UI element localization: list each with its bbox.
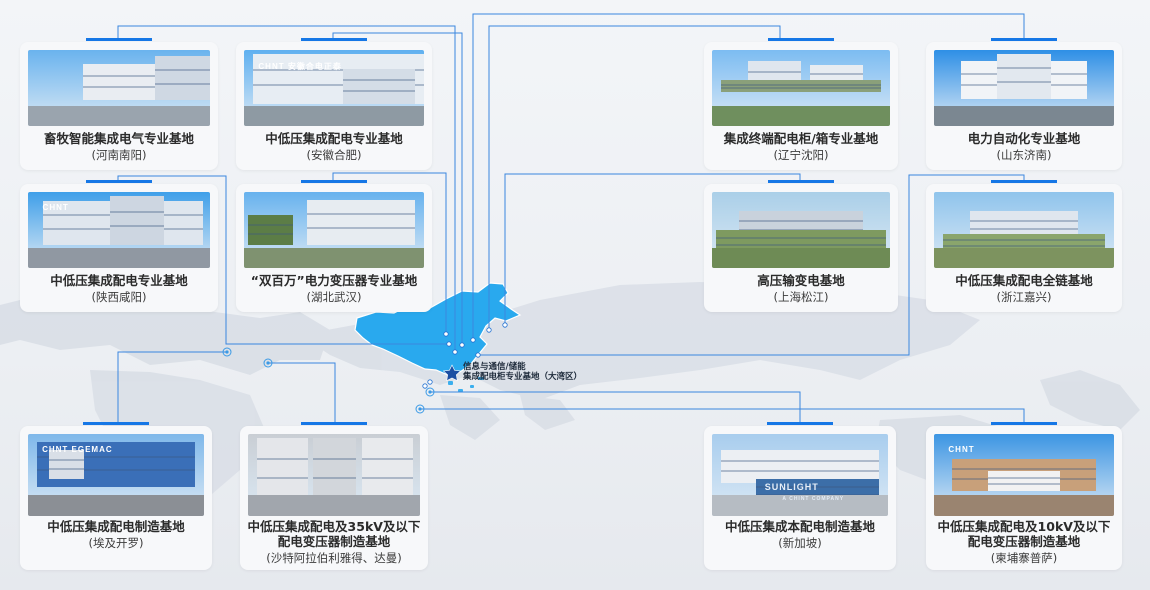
base-card: 畜牧智能集成电气专业基地 (河南南阳) (20, 38, 218, 170)
base-photo: CHNT EGEMAC (28, 434, 204, 516)
base-photo (712, 50, 890, 126)
card-accent-bar (301, 38, 367, 41)
overseas-location-dot (225, 350, 229, 354)
card-accent-bar (767, 422, 833, 425)
base-location: (上海松江) (773, 290, 829, 304)
base-location-dot (422, 383, 428, 389)
card-accent-bar (86, 180, 152, 183)
base-location: (安徽合肥) (306, 148, 362, 162)
base-card: 中低压集成配电及35kV及以下 配电变压器制造基地 (沙特阿拉伯利雅得、达曼) (240, 422, 428, 570)
card-accent-bar (86, 38, 152, 41)
base-card: CHNT 安徽合电正泰中低压集成配电专业基地 (安徽合肥) (236, 38, 432, 170)
card-accent-bar (768, 38, 834, 41)
base-photo: CHNT (28, 192, 210, 268)
global-bases-map: 信息与通信/储能 集成配电柜专业基地（大湾区） 畜牧智能集成电气专业基地 (河南南… (0, 0, 1150, 590)
card-accent-bar (301, 180, 367, 183)
base-photo (712, 192, 890, 268)
base-location-dot (427, 379, 433, 385)
overseas-location-dot (266, 361, 270, 365)
base-photo: CHNT 安徽合电正泰 (244, 50, 424, 126)
base-title: 畜牧智能集成电气专业基地 (43, 131, 194, 146)
base-card: 中低压集成配电全链基地 (浙江嘉兴) (926, 180, 1122, 312)
base-location-dot (470, 337, 476, 343)
base-title: “双百万”电力变压器专业基地 (250, 273, 418, 288)
photo-sign-subtext: A CHINT COMPANY (782, 496, 845, 503)
connector-line (420, 408, 1025, 424)
overseas-location-dot (428, 390, 432, 394)
base-card: “双百万”电力变压器专业基地 (湖北武汉) (236, 180, 432, 312)
photo-sign-text: SUNLIGHT (764, 481, 819, 492)
base-location-dot (459, 342, 465, 348)
base-location: (埃及开罗) (88, 536, 144, 550)
base-photo (248, 434, 420, 516)
base-card: 集成终端配电柜/箱专业基地 (辽宁沈阳) (704, 38, 898, 170)
base-card: CHNT EGEMAC 中低压集成配电制造基地 (埃及开罗) (20, 422, 212, 570)
base-location-dot (502, 322, 508, 328)
base-card: SUNLIGHT A CHINT COMPANY 中低压集成本配电制造基地 (新加坡) (704, 422, 896, 570)
base-location: (新加坡) (778, 536, 822, 550)
card-accent-bar (83, 422, 149, 425)
base-location: (湖北武汉) (306, 290, 362, 304)
base-title: 中低压集成配电全链基地 (955, 273, 1093, 288)
base-location: (辽宁沈阳) (773, 148, 829, 162)
base-title: 电力自动化专业基地 (967, 131, 1081, 146)
connector-line (430, 391, 801, 424)
connector-line (268, 362, 336, 424)
base-photo (28, 50, 210, 126)
base-location: (河南南阳) (91, 148, 147, 162)
base-photo: CHNT (934, 434, 1114, 516)
base-photo (244, 192, 424, 268)
base-location: (柬埔寨普萨) (990, 551, 1058, 565)
base-location: (沙特阿拉伯利雅得、达曼) (266, 551, 402, 565)
base-photo (934, 50, 1114, 126)
base-location-dot (446, 341, 452, 347)
photo-sign-text: CHNT (948, 445, 975, 455)
hq-label-line-2: 集成配电柜专业基地（大湾区） (463, 372, 583, 382)
base-location: (山东济南) (996, 148, 1052, 162)
base-location-dot (486, 327, 492, 333)
base-location: (陕西咸阳) (91, 290, 147, 304)
photo-sign-text: CHNT (42, 202, 69, 212)
photo-sign-text: CHNT 安徽合电正泰 (258, 61, 342, 71)
card-accent-bar (301, 422, 367, 425)
base-card: CHNT 中低压集成配电及10kV及以下 配电变压器制造基地 (柬埔寨普萨) (926, 422, 1122, 570)
base-title-line-2: 配电变压器制造基地 (967, 534, 1081, 549)
base-title-line-2: 配电变压器制造基地 (277, 534, 391, 549)
photo-sign-text: CHNT EGEMAC (42, 445, 113, 455)
base-title: 中低压集成配电及10kV及以下 (937, 519, 1111, 534)
base-photo (934, 192, 1114, 268)
base-card: CHNT 中低压集成配电专业基地 (陕西咸阳) (20, 180, 218, 312)
base-title: 高压输变电基地 (757, 273, 845, 288)
base-title: 集成终端配电柜/箱专业基地 (723, 131, 879, 146)
overseas-location-dot (418, 407, 422, 411)
connector-line (117, 351, 227, 424)
card-accent-bar (768, 180, 834, 183)
base-title: 中低压集成配电及35kV及以下 (247, 519, 421, 534)
card-accent-bar (991, 180, 1057, 183)
base-location-dot (443, 331, 449, 337)
base-location-dot (452, 349, 458, 355)
base-title: 中低压集成本配电制造基地 (724, 519, 875, 534)
base-location: (浙江嘉兴) (996, 290, 1052, 304)
base-title: 中低压集成配电专业基地 (50, 273, 188, 288)
base-title: 中低压集成配电制造基地 (47, 519, 185, 534)
base-location-dot (475, 352, 481, 358)
card-accent-bar (991, 38, 1057, 41)
card-accent-bar (991, 422, 1057, 425)
base-title: 中低压集成配电专业基地 (265, 131, 403, 146)
base-photo: SUNLIGHT A CHINT COMPANY (712, 434, 888, 516)
base-card: 高压输变电基地 (上海松江) (704, 180, 898, 312)
base-card: 电力自动化专业基地 (山东济南) (926, 38, 1122, 170)
